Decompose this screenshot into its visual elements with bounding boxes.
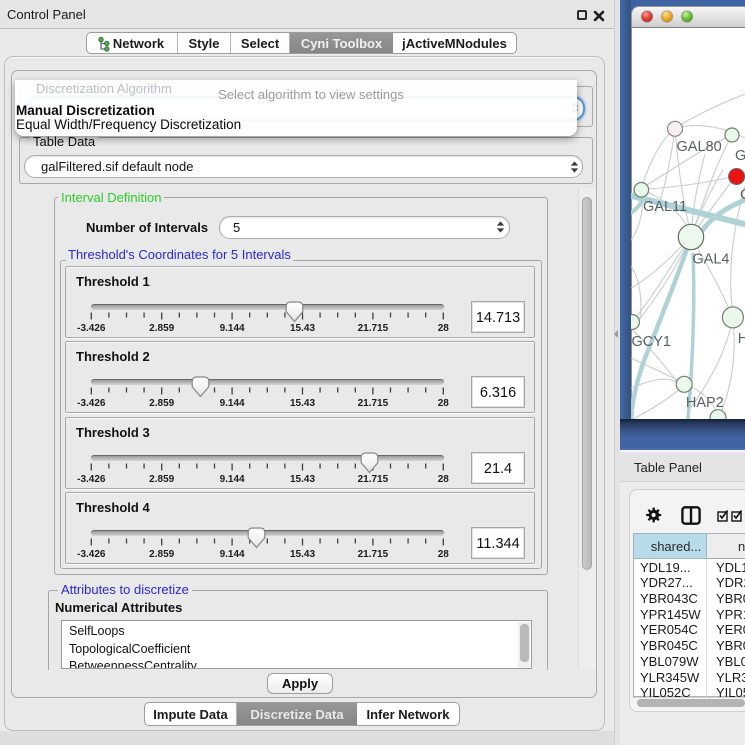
svg-text:HIS4: HIS4 [738, 331, 745, 347]
svg-text:CDC36: CDC36 [740, 187, 745, 203]
svg-text:HAP2: HAP2 [686, 395, 724, 411]
svg-text:GAL80: GAL80 [677, 139, 722, 155]
svg-text:GAL7: GAL7 [735, 148, 745, 164]
svg-text:GAL11: GAL11 [643, 199, 687, 215]
svg-text:GCY1: GCY1 [632, 334, 672, 350]
svg-text:GAL4: GAL4 [692, 252, 729, 268]
